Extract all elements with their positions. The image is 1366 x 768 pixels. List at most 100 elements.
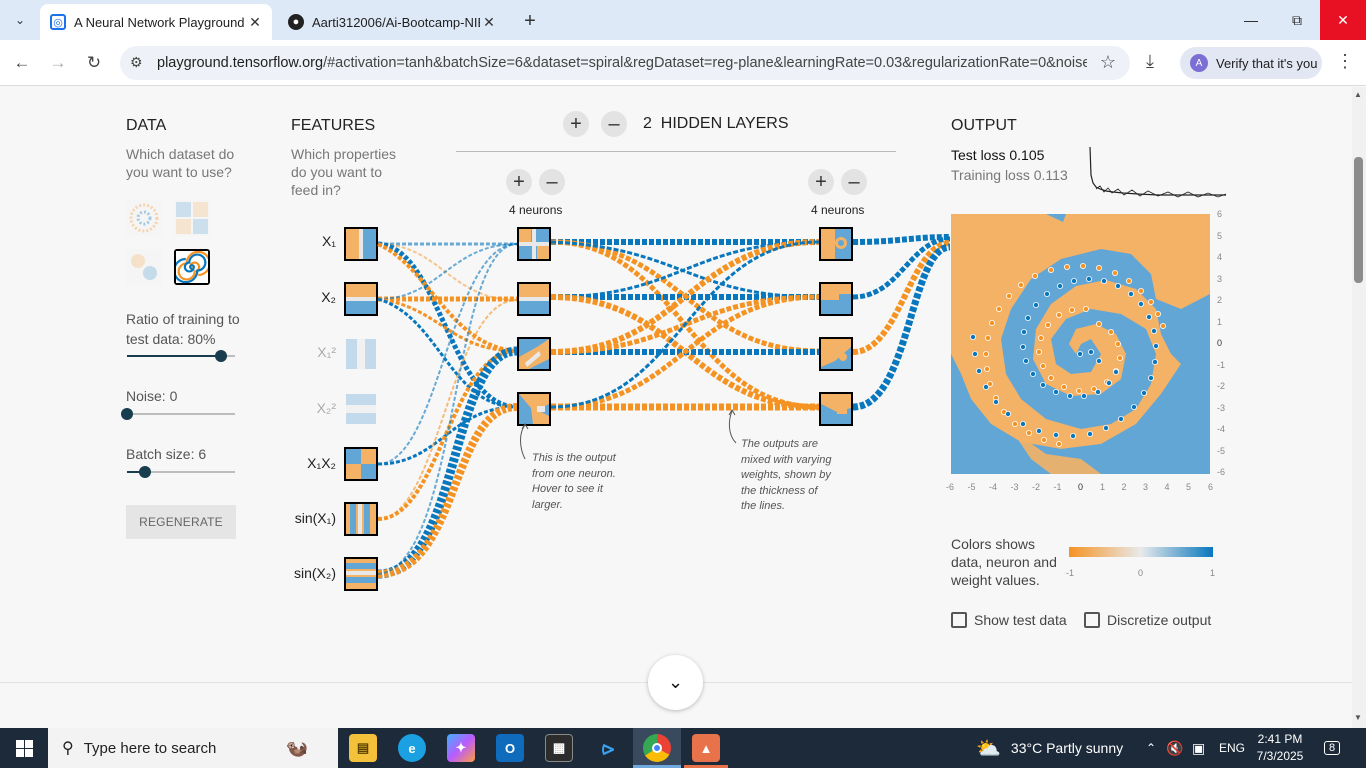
tensorflow-playground-favicon-icon: ◎	[50, 14, 66, 30]
bookmark-star-icon[interactable]: ☆	[1100, 52, 1116, 73]
page-scrollbar[interactable]: ▲ ▼	[1352, 87, 1366, 728]
y-tick: -2	[1217, 381, 1226, 391]
weather-widget[interactable]: ⛅ 33°C Partly sunny	[976, 728, 1123, 768]
close-window-icon[interactable]: ✕	[1320, 0, 1366, 40]
layer2-neuron-2[interactable]	[819, 282, 853, 316]
y-tick: 2	[1217, 295, 1223, 305]
profile-avatar: A	[1190, 54, 1208, 72]
back-arrow-icon[interactable]: ←	[10, 51, 34, 75]
notification-count: 8	[1324, 741, 1341, 755]
heatmap-x-axis: -6 -5 -4 -3 -2 -1 0 1 2 3 4 5 6	[946, 482, 1218, 494]
discretize-output-label[interactable]: Discretize output	[1107, 612, 1211, 628]
file-explorer-icon[interactable]: ▤	[349, 734, 377, 762]
test-loss-value: 0.105	[1009, 147, 1045, 163]
y-tick: 6	[1217, 209, 1223, 219]
legend-tick-max: 1	[1210, 568, 1216, 578]
notification-center-icon[interactable]: 8	[1324, 728, 1341, 768]
annotation-line: Hover to see it	[532, 483, 603, 495]
layer2-neuron-3[interactable]	[819, 337, 853, 371]
x-tick: -6	[946, 482, 955, 492]
playground-page: DATA Which dataset do you want to use? R…	[0, 87, 1352, 728]
volume-muted-icon[interactable]: 🔇	[1166, 728, 1183, 768]
x-tick: -2	[1032, 482, 1041, 492]
layer1-neuron-3[interactable]	[517, 337, 551, 371]
search-placeholder: Type here to search	[83, 739, 217, 757]
partly-sunny-icon: ⛅	[976, 737, 1001, 760]
x-tick: 2	[1121, 482, 1127, 492]
tab-github[interactable]: ● Aarti312006/Ai-Bootcamp-NIEL ✕	[278, 4, 506, 40]
annotation-line: weights, shown by	[741, 469, 831, 481]
forward-arrow-icon[interactable]: →	[46, 51, 70, 75]
more-menu-icon[interactable]: ⋮	[1336, 51, 1354, 72]
layer2-neuron-1[interactable]	[819, 227, 853, 261]
url-omnibox[interactable]: ⚙ playground.tensorflow.org/#activation=…	[120, 46, 1130, 80]
scroll-up-arrow-icon[interactable]: ▲	[1354, 90, 1362, 99]
edge-icon[interactable]: e	[398, 734, 426, 762]
close-tab-icon[interactable]: ✕	[246, 13, 264, 31]
x-tick: -5	[967, 482, 976, 492]
test-loss-label: Test loss	[951, 147, 1006, 163]
annotation-line: larger.	[532, 498, 563, 511]
annotation-line: mixed with varying	[741, 453, 832, 466]
download-icon[interactable]: ⤓	[1146, 51, 1154, 72]
layer1-neuron-4[interactable]	[517, 392, 551, 426]
annotation-line: the thickness of	[741, 484, 818, 497]
annotation-line: from one neuron.	[532, 467, 616, 480]
layer1-neuron-2[interactable]	[517, 282, 551, 316]
x-tick: 5	[1186, 482, 1192, 492]
show-test-data-checkbox[interactable]	[951, 612, 967, 628]
layer1-neuron-1[interactable]	[517, 227, 551, 261]
verify-label: Verify that it's you	[1216, 55, 1318, 71]
training-loss-value: 0.113	[1033, 167, 1068, 183]
copilot-icon[interactable]: ✦	[447, 734, 475, 762]
x-tick: -3	[1010, 482, 1019, 492]
outlook-icon[interactable]: O	[496, 734, 524, 762]
close-tab-icon[interactable]: ✕	[480, 13, 498, 31]
annotation-arrow-2	[728, 409, 737, 444]
y-tick: 0	[1217, 338, 1223, 348]
tab-neural-network-playground[interactable]: ◎ A Neural Network Playground ✕	[40, 4, 272, 40]
scroll-down-chevron-icon[interactable]: ⌄	[648, 655, 703, 710]
url-text[interactable]: playground.tensorflow.org/#activation=ta…	[157, 55, 1087, 71]
chrome-icon[interactable]	[643, 734, 671, 762]
tab-title: A Neural Network Playground	[74, 14, 245, 30]
paint-app-icon[interactable]: ▲	[692, 734, 720, 762]
minimize-icon[interactable]: —	[1228, 0, 1274, 40]
scroll-down-arrow-icon[interactable]: ▼	[1354, 713, 1362, 722]
annotation-weights: The outputs are mixed with varying weigh…	[741, 437, 831, 515]
tab-search-chevron-icon[interactable]: ⌄	[8, 8, 32, 32]
language-indicator[interactable]: ENG	[1219, 728, 1245, 768]
layer2-neuron-4[interactable]	[819, 392, 853, 426]
search-highlight-meerkat-icon[interactable]: 🦦	[262, 734, 332, 762]
microsoft-store-icon[interactable]: ▦	[545, 734, 573, 762]
discretize-output-checkbox[interactable]	[1084, 612, 1100, 628]
y-tick: 3	[1217, 273, 1223, 284]
x-tick: 0	[1078, 482, 1084, 492]
windows-start-icon[interactable]	[0, 728, 48, 768]
color-legend-bar	[1069, 547, 1213, 557]
taskbar-clock[interactable]: 2:41 PM 7/3/2025	[1248, 731, 1312, 765]
search-icon: ⚲	[62, 740, 74, 757]
y-tick: -1	[1217, 359, 1226, 370]
annotation-line: the lines.	[741, 500, 786, 512]
site-settings-icon[interactable]: ⚙	[130, 54, 143, 71]
show-test-data-label[interactable]: Show test data	[974, 612, 1067, 628]
y-tick: 4	[1217, 252, 1223, 262]
annotation-line: This is the output	[532, 452, 616, 464]
github-icon: ●	[288, 14, 304, 30]
restore-icon[interactable]: ⧉	[1274, 0, 1320, 40]
y-tick: 5	[1217, 230, 1223, 241]
x-tick: -4	[989, 482, 998, 492]
show-hidden-icons-chevron[interactable]: ⌃	[1146, 728, 1156, 768]
reload-icon[interactable]: ↻	[82, 51, 106, 75]
y-tick: 1	[1217, 316, 1223, 327]
network-icon[interactable]: ▣	[1192, 728, 1205, 768]
loss-curve-chart	[1089, 146, 1227, 198]
annotation-neuron-output: This is the output from one neuron. Hove…	[532, 451, 616, 513]
legend-tick-min: -1	[1066, 568, 1075, 578]
verify-identity-button[interactable]: A Verify that it's you	[1180, 47, 1322, 79]
new-tab-plus-icon[interactable]: +	[518, 9, 542, 33]
url-host: playground.tensorflow.org	[157, 55, 324, 71]
scrollbar-thumb[interactable]	[1354, 157, 1363, 283]
vscode-icon[interactable]: ⪧	[594, 734, 622, 762]
